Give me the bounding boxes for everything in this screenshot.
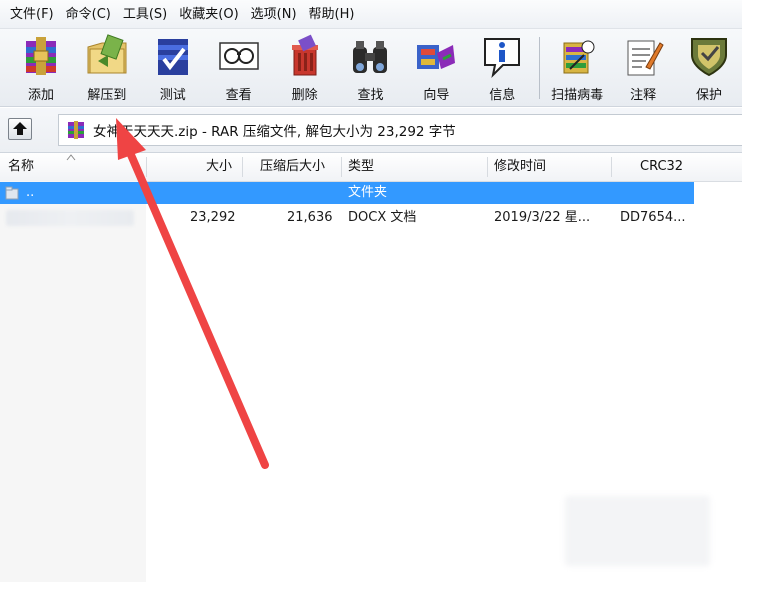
annotation-arrow (116, 118, 269, 469)
